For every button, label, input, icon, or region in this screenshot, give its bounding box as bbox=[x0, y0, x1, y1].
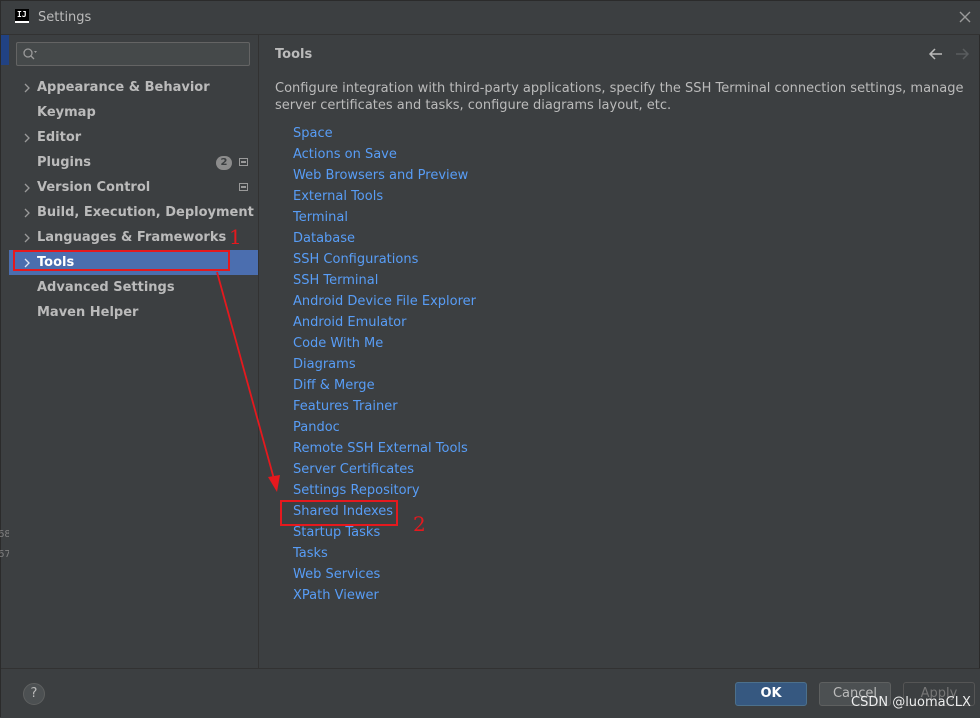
watermark: CSDN @luomaCLX bbox=[851, 695, 971, 710]
chevron-right-icon[interactable] bbox=[23, 133, 31, 143]
link-tasks[interactable]: Tasks bbox=[293, 543, 476, 564]
project-level-icon bbox=[239, 158, 248, 166]
dialog-button-bar: ? OK Cancel Apply CSDN @luomaCLX bbox=[1, 668, 980, 718]
link-android-device-file-explorer[interactable]: Android Device File Explorer bbox=[293, 291, 476, 312]
sidebar-item-label: Advanced Settings bbox=[37, 280, 175, 295]
page-description: Configure integration with third-party a… bbox=[275, 81, 964, 113]
annotation-label-2: 2 bbox=[413, 512, 426, 536]
chevron-right-icon[interactable] bbox=[23, 233, 31, 243]
sidebar-item-label: Plugins bbox=[37, 155, 91, 170]
sidebar-item-languages-frameworks[interactable]: Languages & Frameworks bbox=[9, 225, 258, 250]
link-database[interactable]: Database bbox=[293, 228, 476, 249]
search-input[interactable] bbox=[16, 42, 250, 66]
help-button[interactable]: ? bbox=[23, 683, 45, 705]
sidebar-item-editor[interactable]: Editor bbox=[9, 125, 258, 150]
annotation-box-tools bbox=[13, 250, 230, 271]
page-title: Tools bbox=[275, 47, 313, 62]
link-remote-ssh-external-tools[interactable]: Remote SSH External Tools bbox=[293, 438, 476, 459]
link-diagrams[interactable]: Diagrams bbox=[293, 354, 476, 375]
project-level-icon bbox=[239, 183, 248, 191]
settings-window: IJ Settings 68 67 Appearance & Behavior … bbox=[0, 0, 980, 718]
link-web-browsers-and-preview[interactable]: Web Browsers and Preview bbox=[293, 165, 476, 186]
link-settings-repository[interactable]: Settings Repository bbox=[293, 480, 476, 501]
link-server-certificates[interactable]: Server Certificates bbox=[293, 459, 476, 480]
sidebar-item-advanced-settings[interactable]: Advanced Settings bbox=[9, 275, 258, 300]
plugins-update-badge: 2 bbox=[216, 156, 232, 170]
link-external-tools[interactable]: External Tools bbox=[293, 186, 476, 207]
tools-link-list: Space Actions on Save Web Browsers and P… bbox=[293, 123, 476, 606]
chevron-right-icon[interactable] bbox=[23, 183, 31, 193]
sidebar-item-maven-helper[interactable]: Maven Helper bbox=[9, 300, 258, 325]
link-ssh-configurations[interactable]: SSH Configurations bbox=[293, 249, 476, 270]
sidebar-item-appearance-behavior[interactable]: Appearance & Behavior bbox=[9, 75, 258, 100]
sidebar-item-label: Maven Helper bbox=[37, 305, 139, 320]
intellij-logo-icon: IJ bbox=[15, 9, 29, 23]
sidebar-item-label: Editor bbox=[37, 130, 82, 145]
annotation-box-shared-indexes bbox=[280, 500, 398, 526]
link-xpath-viewer[interactable]: XPath Viewer bbox=[293, 585, 476, 606]
ok-button[interactable]: OK bbox=[735, 682, 807, 706]
settings-tree: Appearance & Behavior Keymap Editor Plug… bbox=[9, 75, 258, 325]
link-code-with-me[interactable]: Code With Me bbox=[293, 333, 476, 354]
sidebar-item-label: Build, Execution, Deployment bbox=[37, 205, 254, 220]
arrow-left-icon[interactable] bbox=[928, 47, 944, 61]
annotation-label-1: 1 bbox=[229, 225, 242, 249]
link-ssh-terminal[interactable]: SSH Terminal bbox=[293, 270, 476, 291]
link-space[interactable]: Space bbox=[293, 123, 476, 144]
sidebar-item-build-execution-deployment[interactable]: Build, Execution, Deployment bbox=[9, 200, 258, 225]
settings-sidebar: Appearance & Behavior Keymap Editor Plug… bbox=[9, 35, 259, 668]
sidebar-item-keymap[interactable]: Keymap bbox=[9, 100, 258, 125]
settings-content: Tools Configure integration with third-p… bbox=[260, 35, 980, 668]
link-android-emulator[interactable]: Android Emulator bbox=[293, 312, 476, 333]
chevron-right-icon[interactable] bbox=[23, 83, 31, 93]
link-features-trainer[interactable]: Features Trainer bbox=[293, 396, 476, 417]
window-title: Settings bbox=[38, 10, 92, 25]
title-bar: IJ Settings bbox=[1, 1, 980, 35]
background-window-strip bbox=[1, 35, 9, 65]
sidebar-item-label: Version Control bbox=[37, 180, 151, 195]
chevron-right-icon[interactable] bbox=[23, 208, 31, 218]
sidebar-item-label: Languages & Frameworks bbox=[37, 230, 227, 245]
sidebar-item-plugins[interactable]: Plugins 2 bbox=[9, 150, 258, 175]
sidebar-item-version-control[interactable]: Version Control bbox=[9, 175, 258, 200]
arrow-right-icon[interactable] bbox=[954, 47, 970, 61]
link-terminal[interactable]: Terminal bbox=[293, 207, 476, 228]
sidebar-item-label: Keymap bbox=[37, 105, 96, 120]
close-icon[interactable] bbox=[957, 9, 973, 25]
search-icon bbox=[23, 48, 37, 60]
link-actions-on-save[interactable]: Actions on Save bbox=[293, 144, 476, 165]
sidebar-item-label: Appearance & Behavior bbox=[37, 80, 210, 95]
link-diff-merge[interactable]: Diff & Merge bbox=[293, 375, 476, 396]
link-web-services[interactable]: Web Services bbox=[293, 564, 476, 585]
link-pandoc[interactable]: Pandoc bbox=[293, 417, 476, 438]
